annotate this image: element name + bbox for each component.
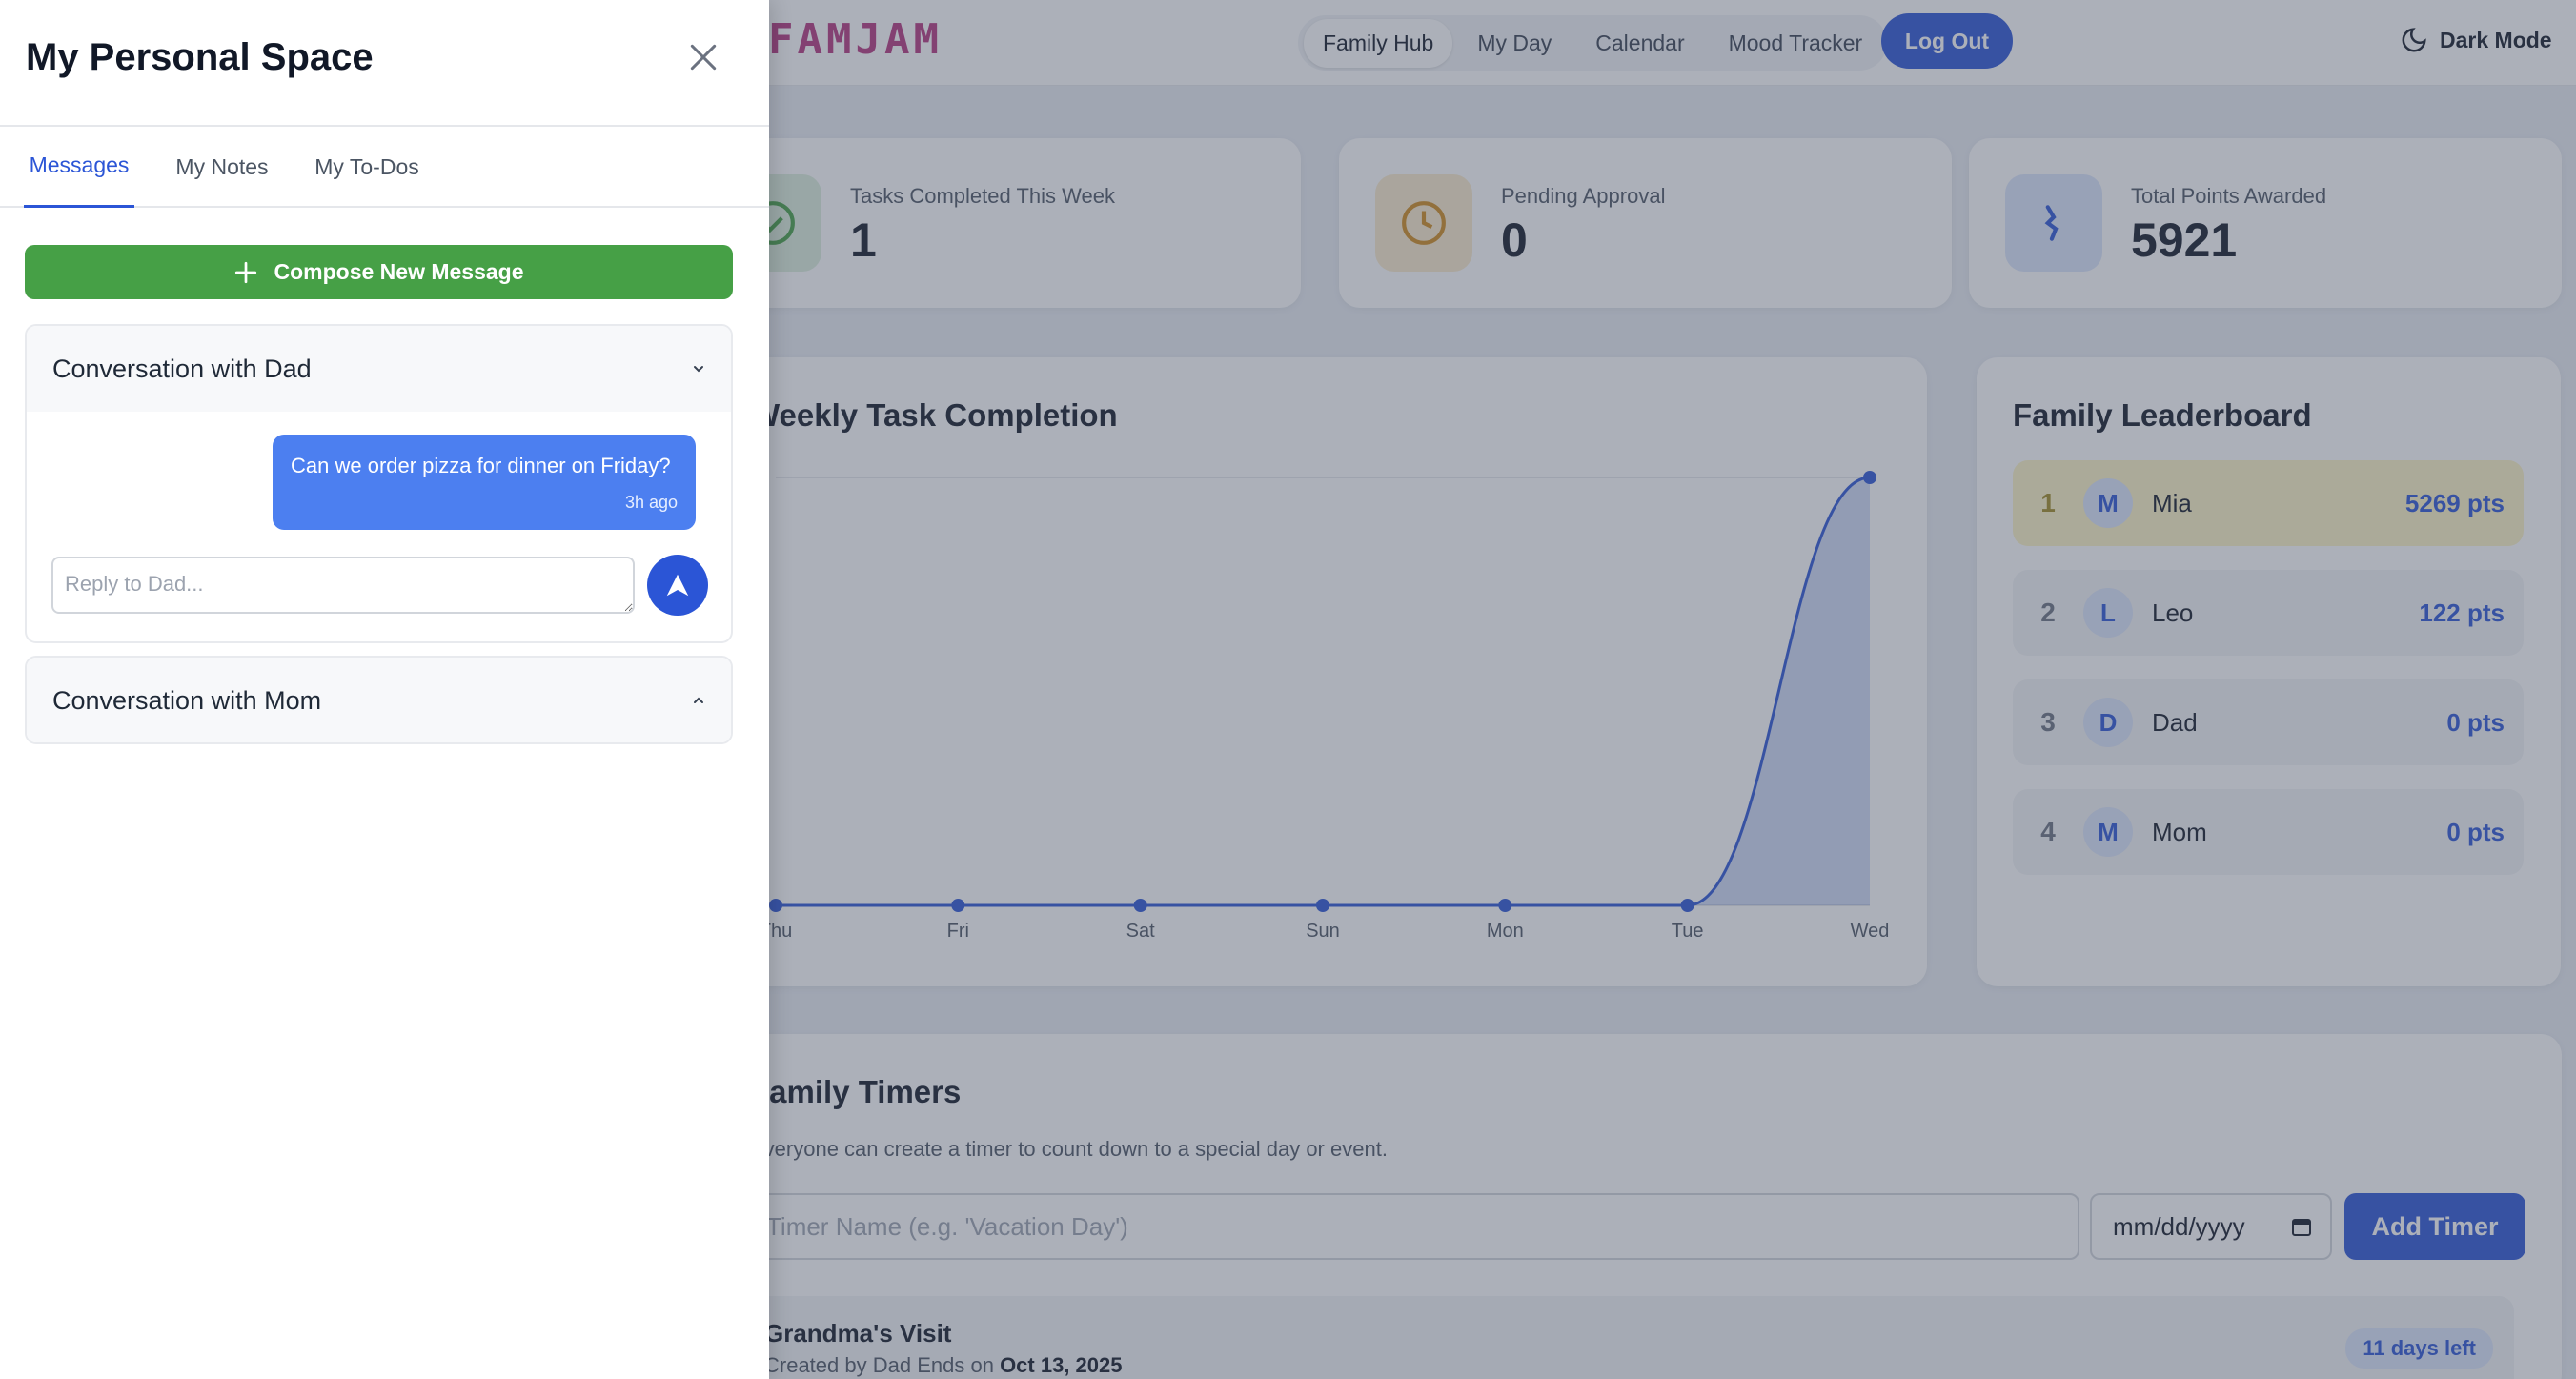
- drawer-title: My Personal Space: [26, 36, 374, 78]
- message-bubble: Can we order pizza for dinner on Friday?…: [273, 435, 696, 530]
- send-button[interactable]: [647, 555, 708, 616]
- conversation-dad: Conversation with Dad Can we order pizza…: [25, 324, 733, 643]
- compose-message-button[interactable]: Compose New Message: [25, 245, 733, 299]
- send-icon: [666, 574, 689, 597]
- conversation-title: Conversation with Mom: [52, 685, 322, 715]
- tab-my-notes[interactable]: My Notes: [167, 126, 277, 208]
- close-icon: [690, 44, 717, 71]
- conversation-header[interactable]: Conversation with Dad: [27, 326, 731, 412]
- close-button[interactable]: [684, 38, 722, 76]
- chevron-up-icon: [694, 697, 703, 703]
- compose-label: Compose New Message: [274, 259, 524, 284]
- chevron-down-icon: [694, 366, 703, 373]
- conversation-header[interactable]: Conversation with Mom: [27, 658, 731, 742]
- tab-my-todos[interactable]: My To-Dos: [310, 126, 424, 208]
- message-text: Can we order pizza for dinner on Friday?: [291, 454, 671, 477]
- tab-messages[interactable]: Messages: [24, 126, 134, 208]
- message-timestamp: 3h ago: [624, 493, 678, 512]
- reply-input[interactable]: [51, 557, 635, 614]
- drawer-tabs: Messages My Notes My To-Dos: [0, 126, 769, 208]
- plus-icon: [235, 261, 257, 283]
- personal-space-drawer: My Personal Space Messages My Notes My T…: [0, 0, 769, 1379]
- conversation-title: Conversation with Dad: [52, 354, 312, 383]
- conversation-mom: Conversation with Mom: [25, 656, 733, 744]
